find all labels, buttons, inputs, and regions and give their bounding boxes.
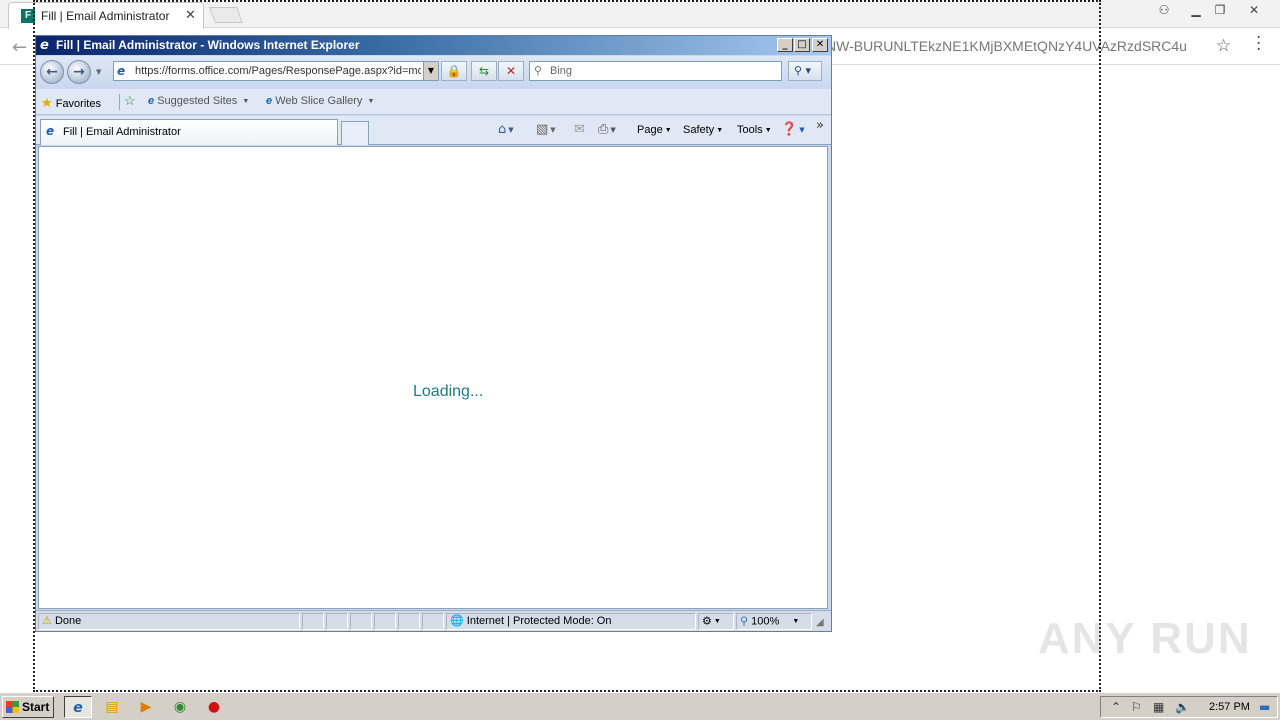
minimize-icon[interactable]: ▁ — [1184, 2, 1208, 18]
taskbar-ie-icon[interactable]: e — [64, 696, 92, 718]
status-text-cell: ⚠ Done — [38, 613, 300, 630]
security-zone-cell[interactable]: 🌐 Internet | Protected Mode: On — [446, 613, 696, 630]
search-placeholder: Bing — [550, 65, 573, 77]
history-dropdown-icon[interactable]: ▼ — [96, 68, 101, 76]
ie-new-tab-button[interactable] — [341, 121, 369, 145]
zoom-cell[interactable]: ⚲ 100% ▼ — [736, 613, 812, 630]
ie-search-box[interactable]: ⚲ Bing — [529, 61, 782, 81]
chrome-tabstrip: F Fill | Email Administrator ✕ ⚇ ▁ ❐ ✕ — [0, 0, 1280, 29]
windows-taskbar: Start e ▤ ▶ ◉ ● ⌃ ⚐ ▦ 🔈 2:57 PM ▬ — [0, 692, 1280, 720]
chevron-more-icon[interactable]: » — [816, 118, 824, 133]
taskbar-media-player-icon[interactable]: ▶ — [132, 696, 160, 718]
ie-minimize-button[interactable]: _ — [777, 38, 793, 52]
ie-page-content: Loading... — [38, 146, 828, 609]
address-dropdown-icon[interactable]: ▼ — [423, 62, 438, 80]
warning-icon: ⚠ — [42, 615, 52, 627]
chrome-tab-title: Fill | Email Administrator — [41, 9, 170, 23]
taskbar-explorer-icon[interactable]: ▤ — [98, 696, 126, 718]
volume-icon[interactable]: 🔈 — [1175, 700, 1190, 714]
resize-grip-icon[interactable]: ◢ — [816, 617, 824, 628]
favbar-divider — [119, 94, 120, 110]
chrome-tab[interactable]: F Fill | Email Administrator ✕ — [8, 2, 204, 29]
status-cell — [302, 613, 324, 630]
chrome-menu-icon[interactable]: · · · — [1256, 30, 1261, 59]
status-cell — [326, 613, 348, 630]
back-arrow-icon[interactable]: ← — [12, 37, 27, 58]
home-icon[interactable]: ⌂ ▼ — [498, 122, 514, 137]
system-tray: ⌃ ⚐ ▦ 🔈 2:57 PM ▬ — [1100, 696, 1278, 718]
anyrun-watermark: ANY RUN — [1038, 614, 1252, 663]
status-cell — [374, 613, 396, 630]
start-label: Start — [22, 700, 50, 714]
ie-logo-icon: e — [40, 38, 49, 53]
new-tab-button[interactable] — [209, 7, 243, 23]
security-zone-text: Internet | Protected Mode: On — [466, 615, 612, 627]
help-icon[interactable]: ❓ ▼ — [781, 122, 805, 137]
taskbar-chrome-icon[interactable]: ◉ — [166, 696, 194, 718]
fav-item-suggested-sites[interactable]: e Suggested Sites ▼ — [148, 95, 249, 107]
fav-item-web-slice-gallery[interactable]: e Web Slice Gallery ▼ — [266, 95, 374, 107]
status-cell — [350, 613, 372, 630]
page-menu[interactable]: Page ▼ — [637, 124, 672, 136]
restore-icon[interactable]: ❐ — [1208, 2, 1232, 18]
ie-window-title: Fill | Email Administrator - Windows Int… — [56, 38, 360, 52]
show-desktop-icon[interactable]: ▬ — [1259, 700, 1270, 714]
ie-tab-title: Fill | Email Administrator — [63, 126, 181, 138]
ie-tab-bar: e Fill | Email Administrator ⌂ ▼ ▧ ▼ ✉ ⎙ ▼ … — [36, 116, 831, 145]
feeds-icon[interactable]: ▧ ▼ — [536, 122, 556, 137]
ie-address-text[interactable]: https://forms.office.com/Pages/ResponseP… — [135, 65, 421, 77]
ie-close-button[interactable]: ✕ — [812, 38, 828, 52]
ie-favorites-bar: ★ Favorites ☆ e Suggested Sites ▼ e Web … — [36, 89, 831, 115]
ie-titlebar[interactable]: e Fill | Email Administrator - Windows I… — [36, 36, 831, 55]
tools-menu[interactable]: Tools ▼ — [737, 124, 772, 136]
profile-icon[interactable]: ⚇ — [1152, 2, 1176, 18]
ie-address-bar[interactable]: e https://forms.office.com/Pages/Respons… — [113, 61, 439, 81]
close-window-icon[interactable]: ✕ — [1242, 2, 1266, 18]
status-cell — [422, 613, 444, 630]
ie-maximize-button[interactable]: □ — [794, 38, 810, 52]
ie-forward-button[interactable]: → — [67, 60, 91, 84]
search-button[interactable]: ⚲ ▾ — [788, 61, 822, 81]
close-icon[interactable]: ✕ — [185, 8, 196, 23]
windows-logo-icon — [6, 701, 19, 713]
ie-status-bar: ⚠ Done 🌐 Internet | Protected Mode: On ⚙… — [36, 610, 831, 631]
stop-icon[interactable]: ✕ — [498, 61, 524, 81]
safety-menu[interactable]: Safety ▼ — [683, 124, 723, 136]
start-button[interactable]: Start — [2, 696, 54, 718]
lock-icon[interactable]: 🔒 — [441, 61, 467, 81]
ie-page-icon: e — [46, 124, 55, 138]
ie-page-icon: e — [117, 64, 126, 78]
refresh-icon[interactable]: ⇆ — [471, 61, 497, 81]
network-icon[interactable]: ▦ — [1153, 700, 1164, 714]
ie-page-icon: e — [148, 95, 155, 107]
favorites-star-icon: ★ — [41, 95, 53, 110]
ie-window: e Fill | Email Administrator - Windows I… — [35, 35, 832, 632]
chrome-omnibox-url[interactable]: NW-BURUNLTEkzNE1KMjBXMEtQNzY4UVAzRzdSRC4… — [826, 38, 1187, 54]
add-favorites-icon[interactable]: ☆ — [124, 93, 136, 109]
read-mail-icon[interactable]: ✉ — [574, 122, 585, 137]
zoom-icon: ⚲ — [740, 615, 749, 628]
favorites-button[interactable]: ★ Favorites — [41, 95, 101, 111]
globe-icon: 🌐 — [450, 615, 464, 627]
taskbar-stop-icon[interactable]: ● — [200, 696, 228, 718]
ie-navigation-bar: ← → ▼ e https://forms.office.com/Pages/R… — [36, 56, 831, 88]
bookmark-star-icon[interactable]: ☆ — [1216, 36, 1231, 56]
ie-page-icon: e — [266, 95, 273, 107]
status-cell — [398, 613, 420, 630]
favorites-label: Favorites — [55, 98, 101, 110]
print-icon[interactable]: ⎙ ▼ — [598, 122, 616, 137]
protected-mode-cell[interactable]: ⚙ ▼ — [698, 613, 734, 630]
status-text: Done — [54, 615, 82, 627]
shield-icon: ⚙ — [702, 615, 712, 628]
tray-expand-icon[interactable]: ⌃ — [1111, 700, 1121, 714]
clock[interactable]: 2:57 PM — [1209, 701, 1250, 713]
action-center-flag-icon[interactable]: ⚐ — [1131, 700, 1142, 714]
search-icon: ⚲ — [534, 64, 543, 77]
ie-tab[interactable]: e Fill | Email Administrator — [40, 119, 338, 145]
ie-back-button[interactable]: ← — [40, 60, 64, 84]
loading-text: Loading... — [413, 383, 484, 400]
zoom-text: 100% — [751, 615, 780, 628]
forms-favicon-icon: F — [21, 9, 35, 23]
